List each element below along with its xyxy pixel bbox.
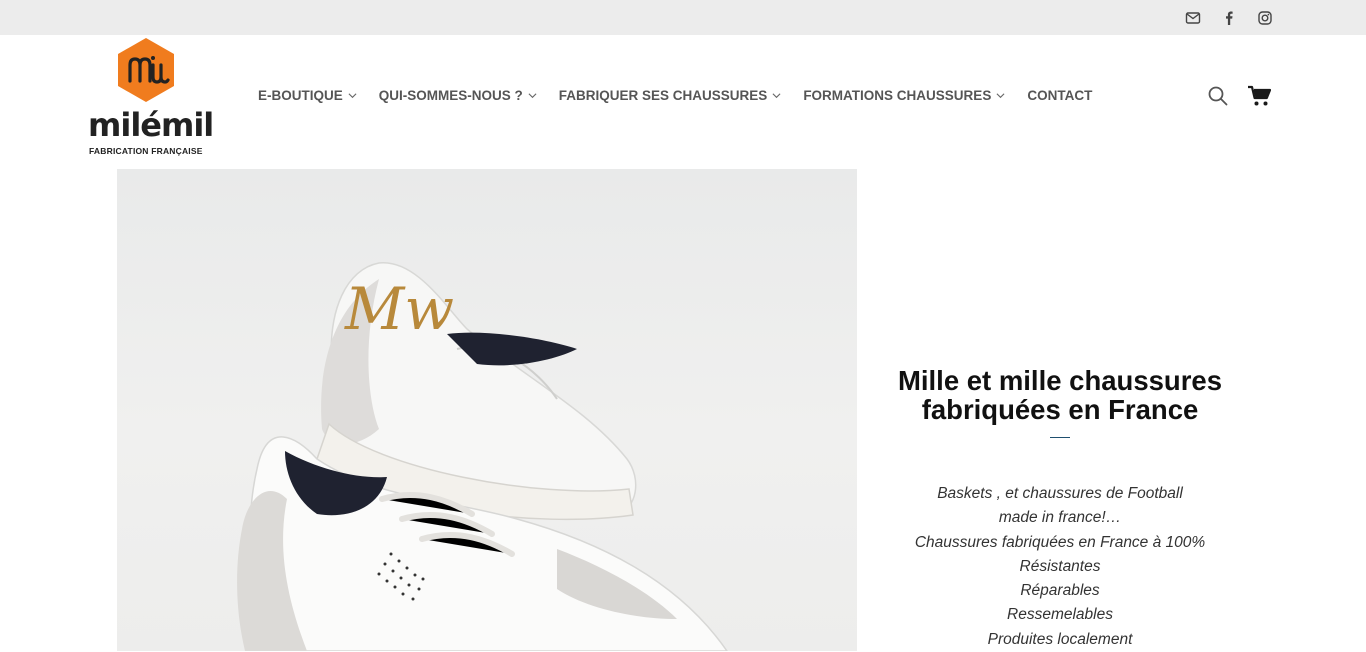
nav-item-qui-sommes-nous[interactable]: QUI-SOMMES-NOUS ? (379, 88, 537, 103)
social-links (1184, 0, 1274, 35)
sneakers-illustration: Mw (237, 262, 728, 651)
hero-line: made in france!… (998, 509, 1122, 527)
main-nav: E-BOUTIQUE QUI-SOMMES-NOUS ? FABRIQUER S… (258, 88, 1092, 103)
hero-line: Réparables (1020, 582, 1100, 600)
hero-line: Résistantes (1019, 557, 1101, 575)
envelope-icon[interactable] (1184, 9, 1202, 27)
hero-line: Produites localement (987, 630, 1133, 648)
hero-line: Baskets , et chaussures de Football (937, 485, 1183, 502)
hero-sneaker-image: Mw (117, 169, 857, 651)
site-logo[interactable]: milémil FABRICATION FRANÇAISE (88, 37, 214, 157)
title-divider (1050, 437, 1070, 438)
logo-wordmark: milémil (88, 106, 214, 144)
nav-label: CONTACT (1027, 88, 1093, 103)
nav-label: QUI-SOMMES-NOUS ? (378, 88, 523, 103)
top-bar (0, 0, 1366, 35)
facebook-icon[interactable] (1220, 9, 1238, 27)
hero-text-block: Mille et mille chaussures fabriquées en … (880, 366, 1240, 652)
site-header: milémil FABRICATION FRANÇAISE E-BOUTIQUE… (0, 35, 1366, 169)
chevron-down-icon (772, 93, 781, 99)
cart-icon[interactable] (1247, 85, 1271, 107)
chevron-down-icon (996, 93, 1005, 99)
hero-title: Mille et mille chaussures fabriquées en … (897, 365, 1223, 425)
logo-hexagon-icon (118, 38, 174, 102)
nav-item-formations[interactable]: FORMATIONS CHAUSSURES (803, 88, 1005, 103)
nav-label: FORMATIONS CHAUSSURES (803, 88, 992, 103)
header-actions (1207, 85, 1271, 107)
nav-label: E-BOUTIQUE (258, 88, 343, 103)
hero-feature-list: Baskets , et chaussures de Football made… (880, 482, 1240, 652)
nav-item-fabriquer[interactable]: FABRIQUER SES CHAUSSURES (559, 88, 782, 103)
nav-label: FABRIQUER SES CHAUSSURES (558, 88, 768, 103)
chevron-down-icon (348, 93, 357, 99)
nav-item-e-boutique[interactable]: E-BOUTIQUE (258, 88, 357, 103)
chevron-down-icon (528, 93, 537, 99)
nav-item-contact[interactable]: CONTACT (1027, 88, 1092, 103)
hero-line: Chaussures fabriquées en France à 100% (914, 533, 1206, 551)
search-icon[interactable] (1207, 85, 1229, 107)
svg-text:Mw: Mw (344, 275, 454, 343)
hero-line: Ressemelables (1007, 606, 1113, 624)
logo-tagline: FABRICATION FRANÇAISE (89, 146, 203, 156)
instagram-icon[interactable] (1256, 9, 1274, 27)
